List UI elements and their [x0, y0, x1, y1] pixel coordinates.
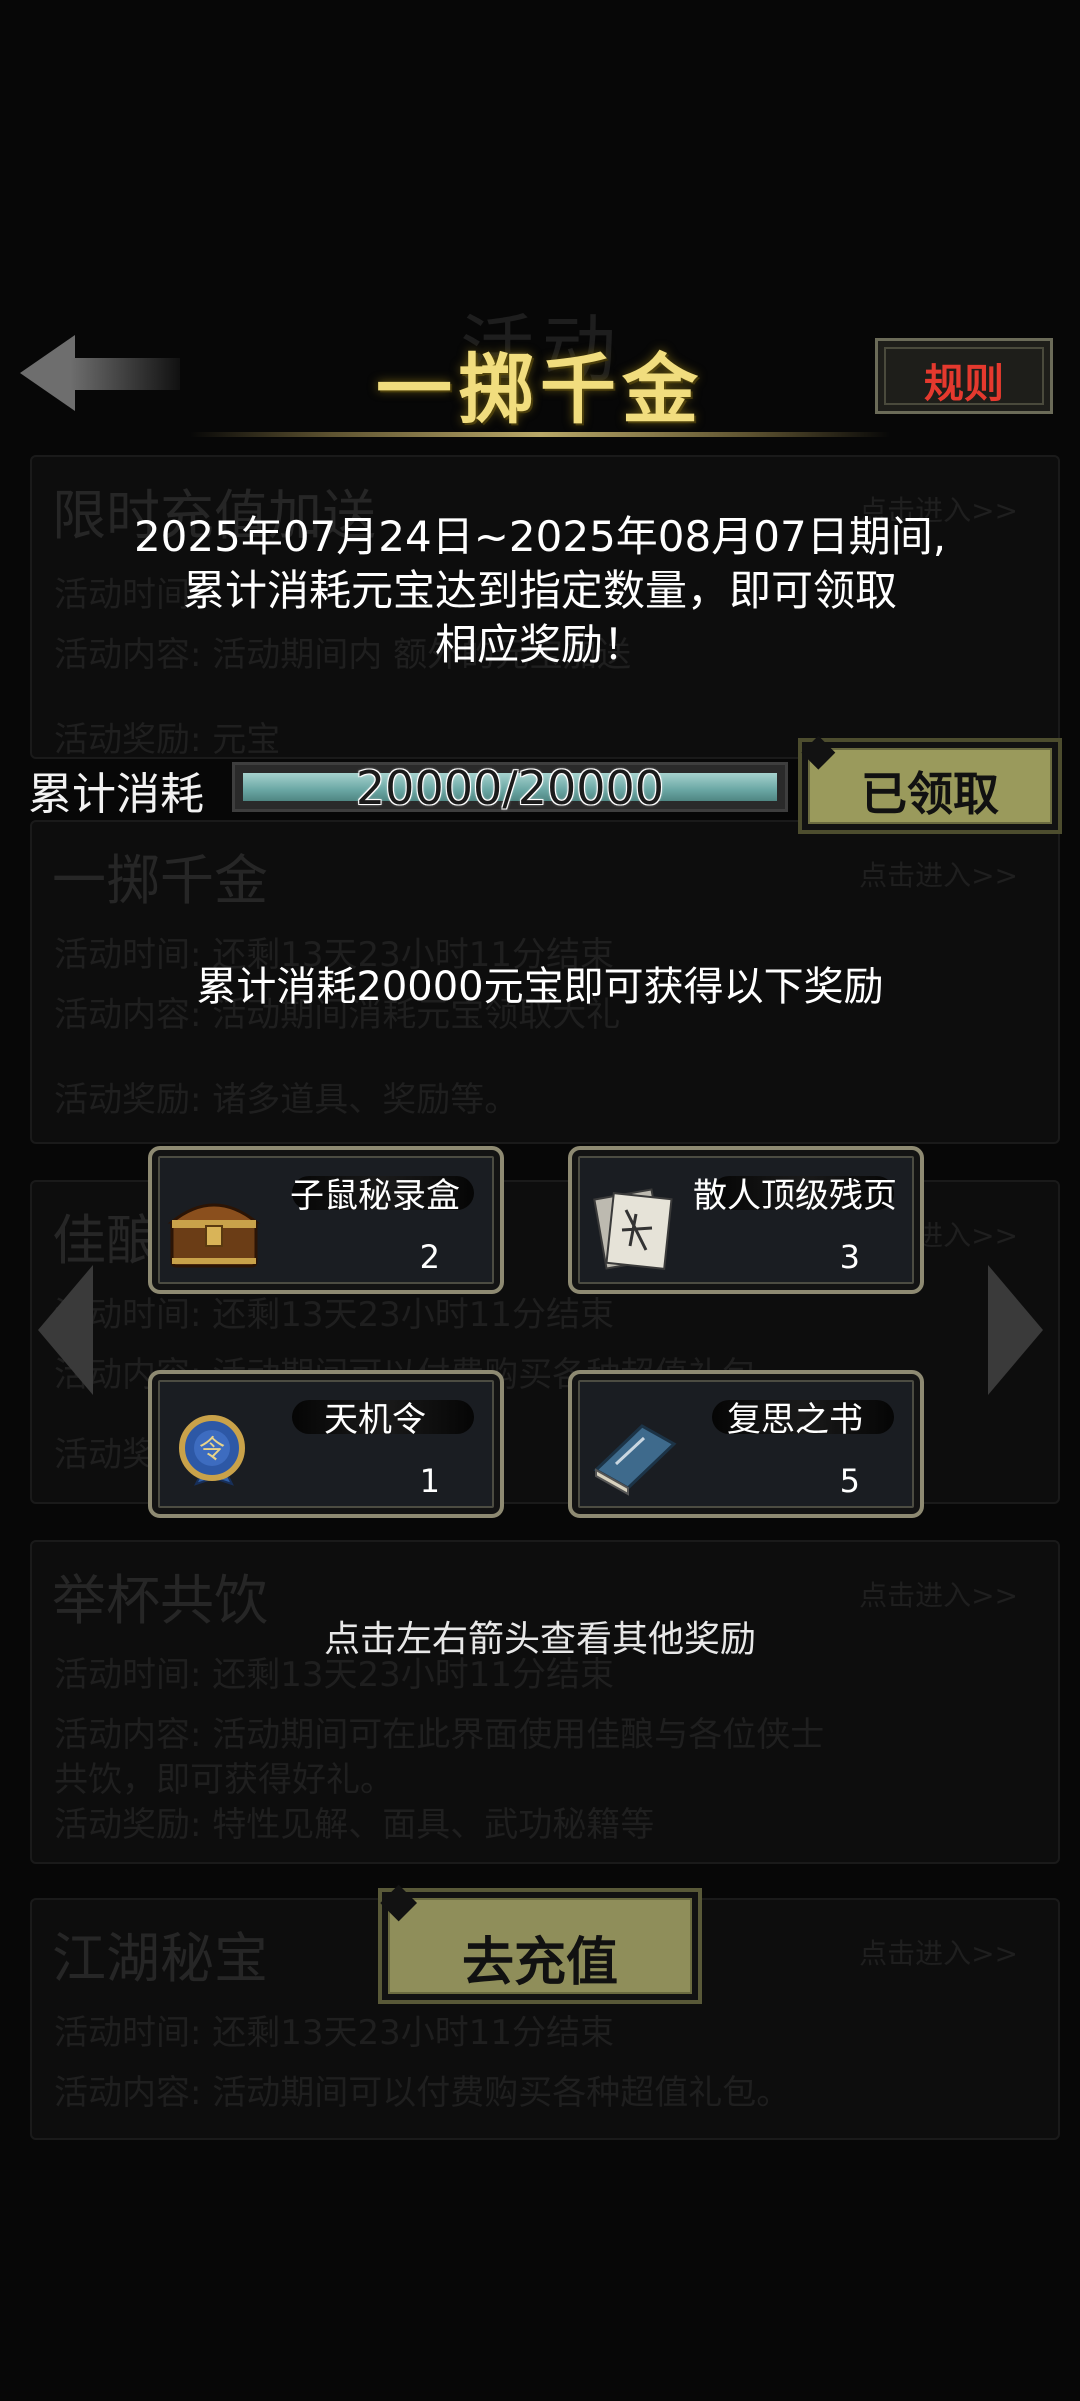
bg-card-line: 活动时间: 还剩13天23小时11分结束 [54, 1295, 615, 1335]
next-reward-arrow-icon[interactable] [988, 1265, 1043, 1395]
bg-card-line: 活动奖 [54, 1435, 156, 1475]
bg-card-title: 佳酿 [52, 1209, 160, 1272]
bg-card-line: 活动奖励: 特性见解、面具、武功秘籍等 [54, 1805, 655, 1845]
event-description: 2025年07月24日~2025年08月07日期间, 累计消耗元宝达到指定数量，… [40, 510, 1040, 672]
reward-item[interactable]: 子鼠秘录盒 2 [148, 1146, 504, 1294]
bg-card-line: 活动奖励: 元宝 [54, 720, 281, 760]
chest-icon [167, 1203, 261, 1268]
title-divider [190, 432, 890, 437]
reward-count: 2 [419, 1238, 440, 1276]
reward-name: 散人顶级残页 [693, 1176, 897, 1216]
claimed-button-label: 已领取 [861, 767, 999, 821]
reward-item[interactable]: 散人顶级残页 3 [568, 1146, 924, 1294]
bg-card-enter-link: 点击进入>> [859, 859, 1018, 892]
bg-card-title: 江湖秘宝 [52, 1927, 268, 1990]
bg-card-line: 活动内容: 活动期间可以付费购买各种超值礼包。 [54, 2073, 791, 2113]
bg-card-line: 活动时间: 还剩13天23小时11分结束 [54, 2013, 615, 2053]
bg-card-enter-link: 点击进入>> [859, 1579, 1018, 1612]
bg-card-title: 一掷千金 [52, 849, 268, 912]
svg-text:令: 令 [199, 1435, 225, 1465]
book-icon [593, 1424, 677, 1496]
bg-card-line: 活动奖励: 诸多道具、奖励等。 [54, 1080, 519, 1120]
recharge-button-label: 去充值 [461, 1933, 618, 1993]
recharge-button[interactable]: 去充值 [378, 1888, 702, 2004]
spend-progress-bar: 20000/20000 [232, 761, 788, 815]
scroll-pages-icon [593, 1188, 673, 1270]
description-line: 2025年07月24日~2025年08月07日期间, [133, 512, 947, 561]
rules-button[interactable]: 规则 [875, 338, 1053, 414]
bg-card-line: 共饮，即可获得好礼。 [54, 1760, 394, 1800]
reward-item[interactable]: 复思之书 5 [568, 1370, 924, 1518]
reward-hint: 累计消耗20000元宝即可获得以下奖励 [196, 964, 884, 1010]
prev-reward-arrow-icon[interactable] [38, 1265, 93, 1395]
reward-count: 3 [839, 1238, 860, 1276]
progress-label: 累计消耗 [28, 769, 204, 820]
progress-text: 20000/20000 [355, 761, 665, 815]
reward-name: 复思之书 [727, 1400, 863, 1440]
reward-count: 5 [839, 1462, 860, 1500]
token-pouch-icon: 令 [179, 1415, 245, 1486]
bg-card-enter-link: 点击进入>> [859, 1937, 1018, 1970]
claimed-button[interactable]: 已领取 [798, 738, 1062, 834]
bg-card-line: 活动内容: 活动期间可在此界面使用佳酿与各位侠士 [54, 1715, 825, 1755]
description-line: 累计消耗元宝达到指定数量，即可领取 [182, 566, 897, 615]
reward-count: 1 [419, 1462, 440, 1500]
reward-name: 子鼠秘录盒 [290, 1176, 460, 1216]
reward-item[interactable]: 令 天机令 1 [148, 1370, 504, 1518]
bg-card-toast: 举杯共饮 点击进入>> 活动时间: 还剩13天23小时11分结束 活动内容: 活… [30, 1540, 1060, 1864]
arrow-hint: 点击左右箭头查看其他奖励 [323, 1619, 756, 1660]
rules-button-label: 规则 [924, 360, 1004, 407]
reward-name: 天机令 [324, 1400, 426, 1440]
description-line: 相应奖励！ [434, 620, 645, 669]
